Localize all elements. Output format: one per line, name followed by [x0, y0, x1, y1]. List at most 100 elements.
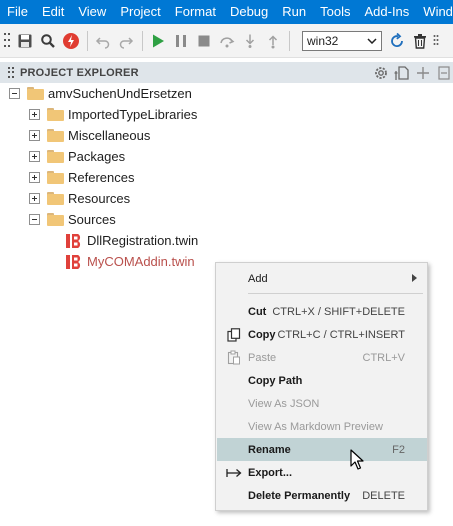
menu-item-label: View As Markdown Preview [248, 420, 383, 433]
menu-window[interactable]: Windo [416, 0, 453, 24]
menu-item-view-as-json[interactable]: View As JSON [217, 392, 427, 415]
step-into-icon[interactable] [239, 30, 261, 52]
menu-view[interactable]: View [71, 0, 113, 24]
chevron-down-icon [367, 37, 377, 44]
target-platform-select[interactable]: win32 [302, 30, 382, 51]
menu-item-view-as-markdown[interactable]: View As Markdown Preview [217, 415, 427, 438]
folder-icon [47, 171, 64, 184]
new-file-icon[interactable] [393, 64, 411, 82]
expand-expander-icon[interactable] [29, 109, 40, 120]
copy-icon [226, 327, 242, 343]
menu-item-shortcut: CTRL+X / SHIFT+DELETE [272, 305, 405, 318]
toolbar-separator [289, 30, 290, 51]
mouse-cursor-icon [350, 449, 364, 470]
menu-item-shortcut: DELETE [362, 489, 405, 502]
toolbar-grip[interactable] [4, 32, 10, 49]
menu-item-add[interactable]: Add [217, 267, 427, 290]
toolbar-grip-end[interactable] [432, 30, 440, 52]
collapse-icon[interactable] [435, 64, 453, 82]
menu-item-label: View As JSON [248, 397, 320, 410]
menu-item-export[interactable]: Export... [217, 461, 427, 484]
collapse-expander-icon[interactable] [29, 214, 40, 225]
folder-icon [47, 108, 64, 121]
expand-expander-icon[interactable] [29, 193, 40, 204]
save-icon[interactable] [14, 30, 36, 52]
menu-edit[interactable]: Edit [35, 0, 71, 24]
delete-icon[interactable] [409, 30, 431, 52]
add-icon[interactable] [414, 64, 432, 82]
menu-item-delete-permanently[interactable]: Delete Permanently DELETE [217, 484, 427, 507]
folder-icon [47, 213, 64, 226]
menu-item-copy[interactable]: Copy CTRL+C / CTRL+INSERT [217, 323, 427, 346]
menu-item-copy-path[interactable]: Copy Path [217, 369, 427, 392]
step-over-icon[interactable] [216, 30, 238, 52]
run-icon[interactable] [147, 30, 169, 52]
menu-project[interactable]: Project [113, 0, 167, 24]
twin-file-icon [66, 254, 81, 269]
menu-item-label: Add [248, 272, 268, 285]
settings-icon[interactable] [372, 64, 390, 82]
submenu-arrow-icon [412, 274, 417, 282]
tree-folder-imported-type-libraries[interactable]: ImportedTypeLibraries [29, 104, 197, 125]
tree-file-label: DllRegistration.twin [87, 233, 199, 248]
menu-item-rename[interactable]: Rename F2 [217, 438, 427, 461]
toolbar: win32 [0, 24, 453, 58]
redo-icon[interactable] [115, 30, 137, 52]
stop-build-icon[interactable] [60, 30, 82, 52]
tree-folder-label: Sources [68, 212, 116, 227]
menu-item-cut[interactable]: Cut CTRL+X / SHIFT+DELETE [217, 300, 427, 323]
target-platform-value: win32 [307, 33, 339, 48]
pause-icon[interactable] [170, 30, 192, 52]
menu-bar: File Edit View Project Format Debug Run … [0, 0, 453, 24]
menu-tools[interactable]: Tools [313, 0, 357, 24]
undo-icon[interactable] [92, 30, 114, 52]
tree-folder-label: Packages [68, 149, 126, 164]
tree-folder-sources[interactable]: Sources [29, 209, 116, 230]
menu-format[interactable]: Format [168, 0, 223, 24]
stop-icon[interactable] [193, 30, 215, 52]
context-menu: Add Cut CTRL+X / SHIFT+DELETE Copy CTRL+… [215, 262, 428, 511]
tree-file-mycomaddin[interactable]: MyCOMAddin.twin [65, 251, 195, 272]
folder-icon [47, 150, 64, 163]
project-explorer-header: PROJECT EXPLORER [0, 62, 453, 83]
tree-file-dllregistration[interactable]: DllRegistration.twin [65, 230, 198, 251]
tree-folder-label: References [68, 170, 135, 185]
tree-folder-miscellaneous[interactable]: Miscellaneous [29, 125, 150, 146]
folder-icon [27, 87, 44, 100]
export-icon [226, 465, 242, 481]
toolbar-separator [142, 30, 143, 51]
menu-separator [248, 293, 423, 294]
tree-folder-references[interactable]: References [29, 167, 134, 188]
panel-grip[interactable] [8, 66, 14, 79]
refresh-icon[interactable] [386, 30, 408, 52]
collapse-expander-icon[interactable] [9, 88, 20, 99]
menu-item-shortcut: CTRL+C / CTRL+INSERT [277, 328, 405, 341]
step-out-icon[interactable] [262, 30, 284, 52]
menu-item-label: Copy Path [248, 374, 303, 387]
expand-expander-icon[interactable] [29, 130, 40, 141]
menu-item-shortcut: F2 [392, 443, 405, 456]
menu-item-label: Rename [248, 443, 291, 456]
menu-add-ins[interactable]: Add-Ins [357, 0, 416, 24]
tree-folder-resources[interactable]: Resources [29, 188, 130, 209]
tree-folder-label: Resources [68, 191, 131, 206]
expand-expander-icon[interactable] [29, 172, 40, 183]
twin-file-icon [66, 233, 81, 248]
folder-icon [47, 192, 64, 205]
menu-file[interactable]: File [0, 0, 35, 24]
find-icon[interactable] [37, 30, 59, 52]
tree-folder-label: ImportedTypeLibraries [68, 107, 198, 122]
menu-run[interactable]: Run [275, 0, 313, 24]
menu-item-label: Paste [248, 351, 277, 364]
tree-folder-label: Miscellaneous [68, 128, 151, 143]
panel-title: PROJECT EXPLORER [20, 66, 139, 79]
tree-folder-packages[interactable]: Packages [29, 146, 125, 167]
menu-item-paste[interactable]: Paste CTRL+V [217, 346, 427, 369]
expand-expander-icon[interactable] [29, 151, 40, 162]
menu-item-label: Export... [248, 466, 293, 479]
menu-item-shortcut: CTRL+V [362, 351, 406, 364]
tree-file-label: MyCOMAddin.twin [87, 254, 195, 269]
menu-debug[interactable]: Debug [223, 0, 275, 24]
tree-root[interactable]: amvSuchenUndErsetzen [9, 83, 192, 104]
panel-actions [369, 62, 453, 83]
